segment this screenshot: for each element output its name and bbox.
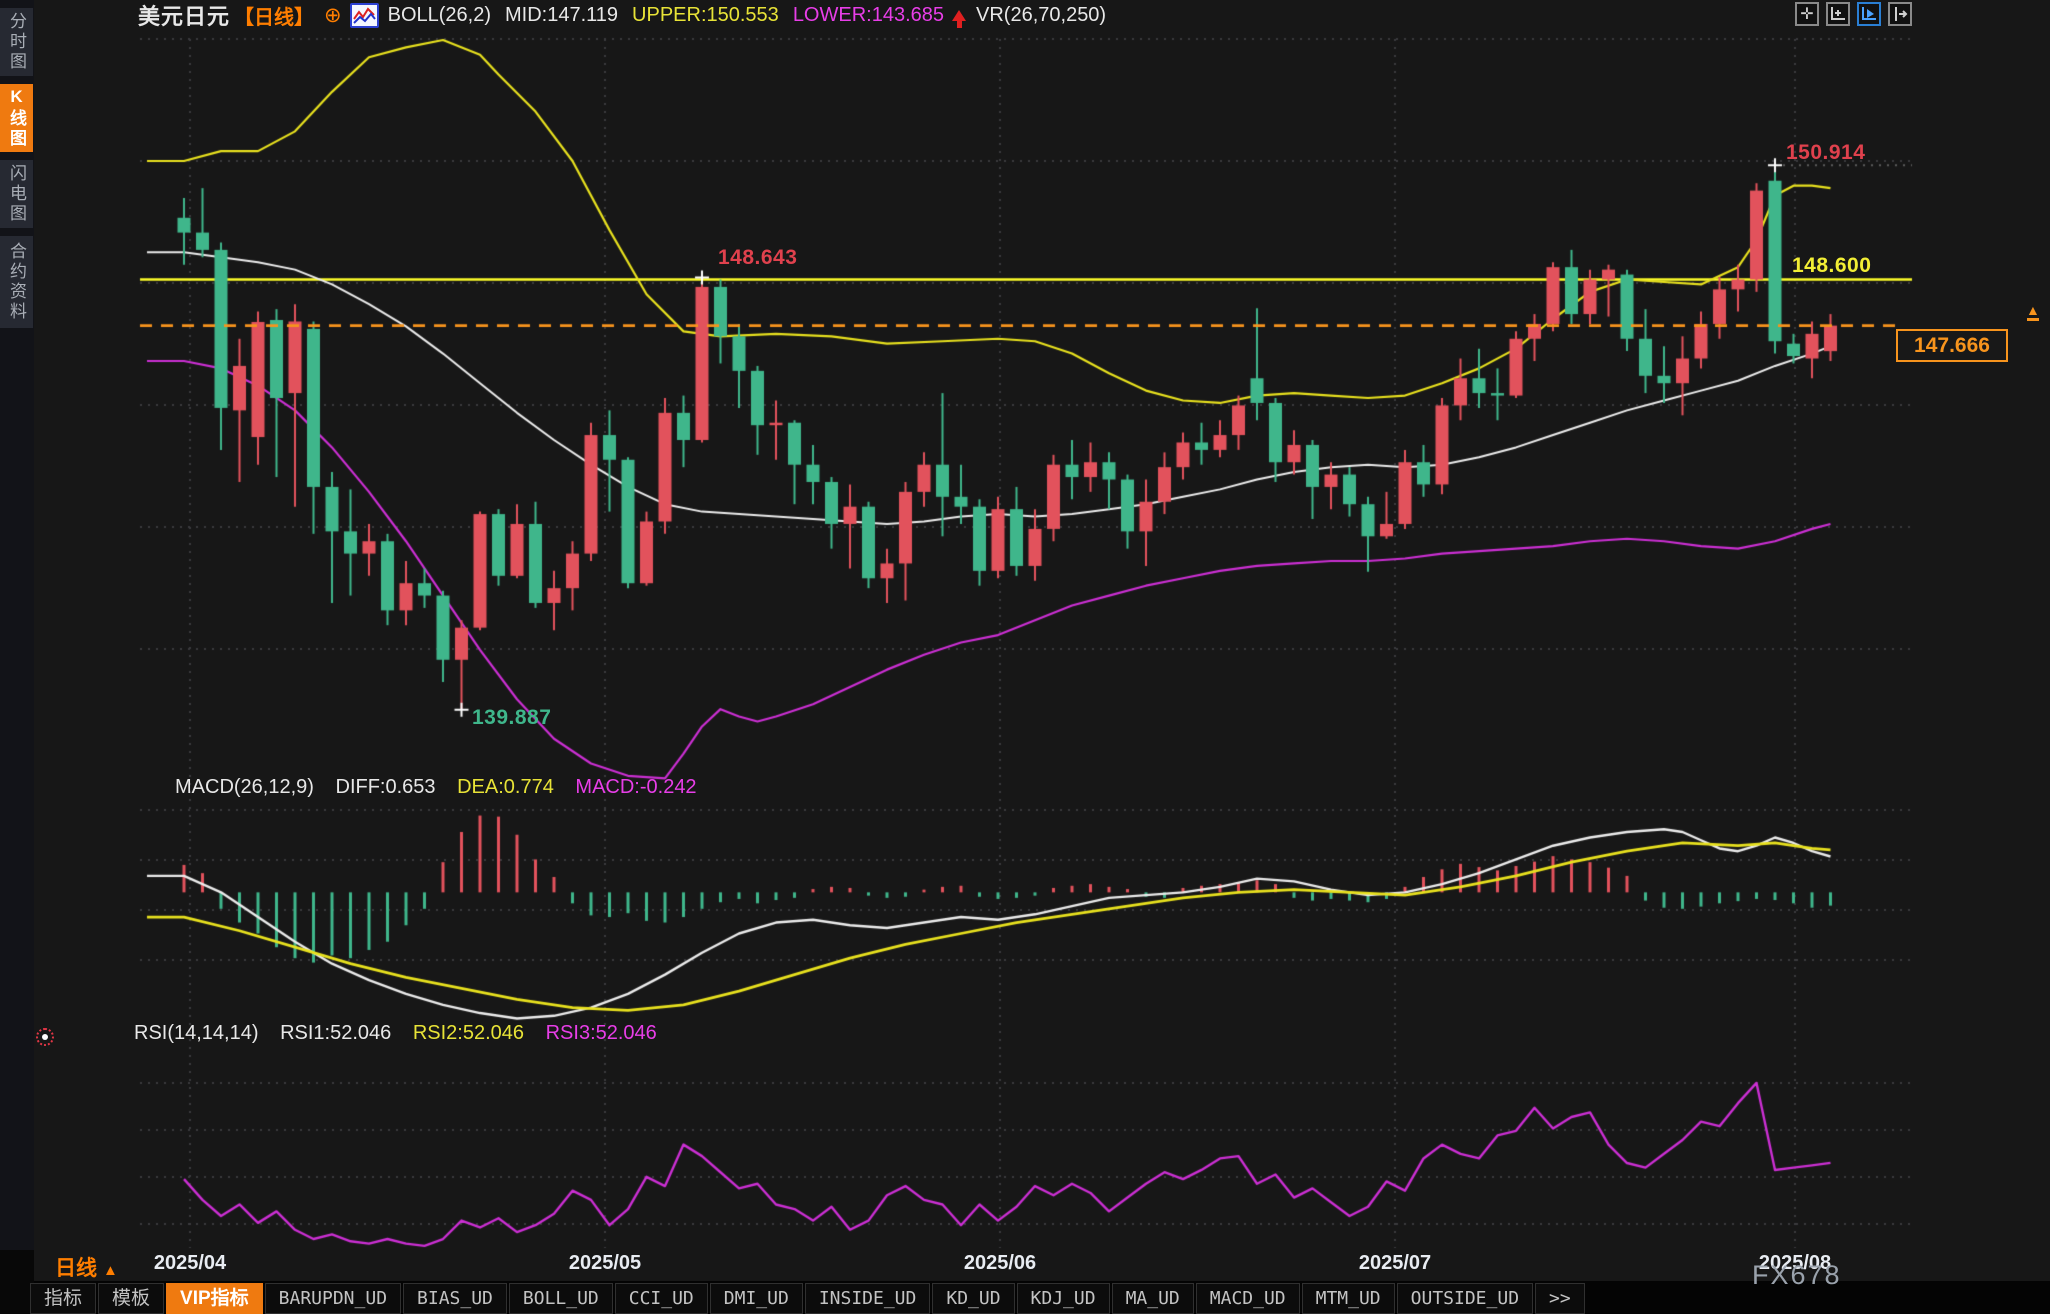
indicator-tab-ma-ud[interactable]: MA_UD <box>1112 1283 1194 1314</box>
price-alert-icon[interactable]: ▲ <box>2026 303 2040 321</box>
time-axis-label: 2025/04 <box>130 1252 250 1275</box>
indicator-tab-kd-ud[interactable]: KD_UD <box>932 1283 1014 1314</box>
kline-chart-icon[interactable] <box>350 3 379 28</box>
zoom-out-axis-icon[interactable] <box>1826 2 1850 26</box>
indicator-tab-bias-ud[interactable]: BIAS_UD <box>403 1283 507 1314</box>
chart-canvas[interactable] <box>0 0 2050 1314</box>
macd-title: MACD(26,12,9) <box>175 776 314 798</box>
pan-right-icon[interactable] <box>1888 2 1912 26</box>
time-axis-label: 2025/06 <box>940 1252 1060 1275</box>
swing-high-label: 148.643 <box>718 246 797 270</box>
add-indicator-icon[interactable]: ⊕ <box>324 3 342 28</box>
indicator-tab-mtm-ud[interactable]: MTM_UD <box>1302 1283 1395 1314</box>
indicator-tab-macd-ud[interactable]: MACD_UD <box>1196 1283 1300 1314</box>
macd-hist-value: MACD:-0.242 <box>575 776 696 798</box>
boll-lower-value: LOWER:143.685 <box>793 4 944 27</box>
time-axis-label: 2025/05 <box>545 1252 665 1275</box>
rsi2-value: RSI2:52.046 <box>413 1022 524 1044</box>
indicator-tabbar: 指标模板VIP指标BARUPDN_UDBIAS_UDBOLL_UDCCI_UDD… <box>30 1283 1585 1314</box>
sidebar-item-2[interactable]: K线图 <box>0 84 33 152</box>
indicator-tab-指标[interactable]: 指标 <box>30 1283 96 1314</box>
indicator-tab->>[interactable]: >> <box>1535 1283 1585 1314</box>
sidebar-item-3[interactable]: 闪电图 <box>0 160 33 228</box>
boll-label: BOLL(26,2) <box>388 4 491 27</box>
rsi3-value: RSI3:52.046 <box>546 1022 657 1044</box>
watermark: FX678 <box>1752 1260 1842 1291</box>
timeframe-selector[interactable]: 日线▲ <box>55 1252 118 1282</box>
indicator-tab-boll-ud[interactable]: BOLL_UD <box>509 1283 613 1314</box>
indicator-tab-vip指标[interactable]: VIP指标 <box>166 1283 263 1314</box>
trading-app-window: 分时图 K线图闪电图合约资料 美元日元 【日线】 ⊕ BOLL(26,2) MID… <box>0 0 2050 1314</box>
chart-header: 美元日元 【日线】 ⊕ BOLL(26,2) MID:147.119 UPPER… <box>138 2 1120 28</box>
hline-price-label: 148.600 <box>1792 254 1871 278</box>
indicator-tab-kdj-ud[interactable]: KDJ_UD <box>1017 1283 1110 1314</box>
left-sidebar: 分时图 K线图闪电图合约资料 <box>0 0 34 1250</box>
dropdown-arrow-icon: ▲ <box>103 1262 118 1279</box>
period-tag: 【日线】 <box>234 1 314 30</box>
time-axis-label: 2025/07 <box>1335 1252 1455 1275</box>
indicator-tab-inside-ud[interactable]: INSIDE_UD <box>805 1283 931 1314</box>
boll-mid-value: MID:147.119 <box>505 4 618 27</box>
vr-label: VR(26,70,250) <box>976 4 1106 27</box>
indicator-settings-icon[interactable] <box>36 1028 54 1046</box>
sidebar-item-1[interactable]: 分时图 <box>0 8 33 76</box>
sidebar-item-4[interactable]: 合约资料 <box>0 236 33 328</box>
bottom-left-corner <box>0 1250 34 1314</box>
recent-high-label: 150.914 <box>1786 141 1865 165</box>
zoom-in-axis-icon[interactable] <box>1857 2 1881 26</box>
swing-low-label: 139.887 <box>472 706 551 730</box>
macd-header: MACD(26,12,9) DIFF:0.653 DEA:0.774 MACD:… <box>175 776 713 799</box>
rsi1-value: RSI1:52.046 <box>280 1022 391 1044</box>
crosshair-tool-icon[interactable]: ✛ <box>1795 2 1819 26</box>
indicator-tab-outside-ud[interactable]: OUTSIDE_UD <box>1397 1283 1533 1314</box>
boll-upper-value: UPPER:150.553 <box>632 4 779 27</box>
rsi-title: RSI(14,14,14) <box>134 1022 259 1044</box>
indicator-tab-barupdn-ud[interactable]: BARUPDN_UD <box>265 1283 401 1314</box>
symbol-title: 美元日元 <box>138 0 230 31</box>
indicator-tab-模板[interactable]: 模板 <box>98 1283 164 1314</box>
macd-diff-value: DIFF:0.653 <box>336 776 436 798</box>
up-arrow-icon <box>952 10 966 21</box>
current-price-box: 147.666 <box>1896 329 2008 362</box>
indicator-tab-cci-ud[interactable]: CCI_UD <box>615 1283 708 1314</box>
macd-dea-value: DEA:0.774 <box>457 776 554 798</box>
rsi-header: RSI(14,14,14) RSI1:52.046 RSI2:52.046 RS… <box>134 1022 673 1045</box>
indicator-tab-dmi-ud[interactable]: DMI_UD <box>710 1283 803 1314</box>
